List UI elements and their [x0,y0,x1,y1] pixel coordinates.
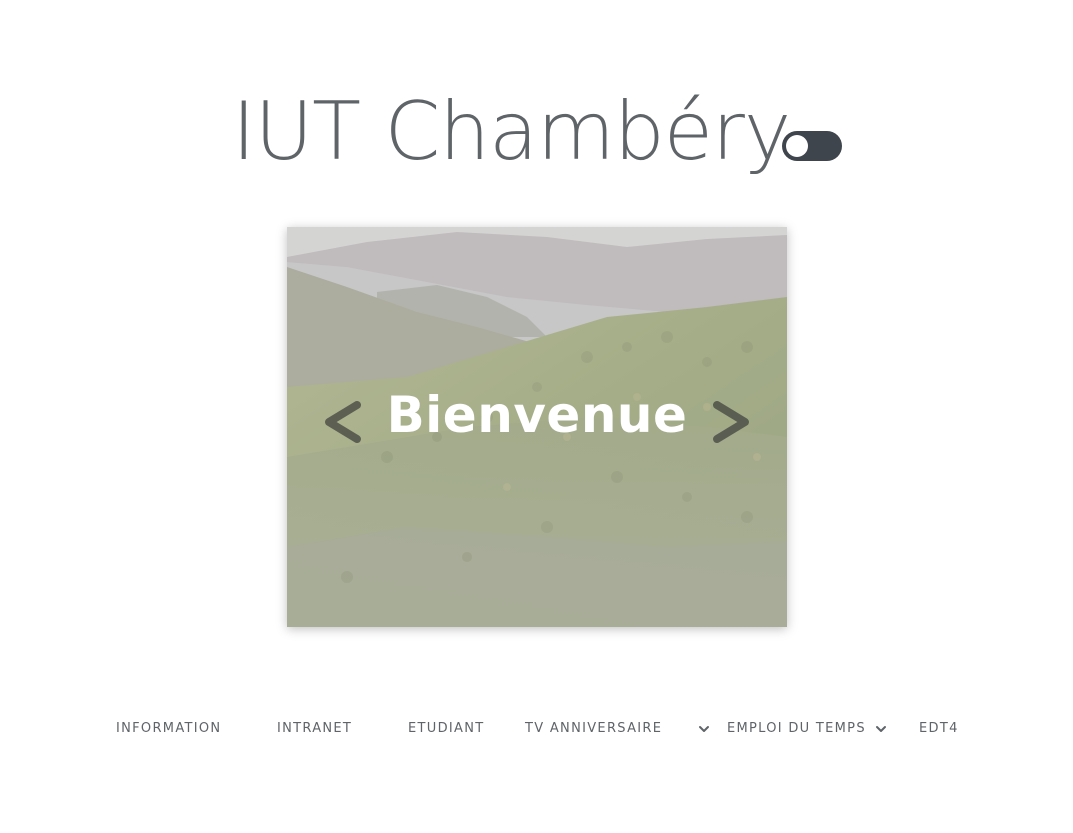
chevron-right-icon [713,401,749,443]
theme-toggle[interactable] [782,131,842,161]
image-slider: Bienvenue [287,227,787,627]
site-header: IUT Chambéry [0,80,1073,190]
chevron-down-icon[interactable] [874,716,888,742]
nav-item-intranet[interactable]: INTRANET [277,716,352,742]
chevron-down-icon[interactable] [697,716,711,742]
slider-next-button[interactable] [699,387,759,457]
site-title[interactable]: IUT Chambéry [232,86,791,178]
toggle-knob [786,135,808,157]
nav-item-emploi-du-temps[interactable]: EMPLOI DU TEMPS [727,716,866,742]
nav-item-information[interactable]: INFORMATION [116,716,221,742]
nav-item-edt4[interactable]: EDT4 [919,716,959,742]
nav-item-tv-anniversaire[interactable]: TV ANNIVERSAIRE [525,716,662,742]
nav-item-etudiant[interactable]: ETUDIANT [408,716,484,742]
main-nav: INFORMATION INTRANET ETUDIANT TV ANNIVER… [0,716,1073,742]
